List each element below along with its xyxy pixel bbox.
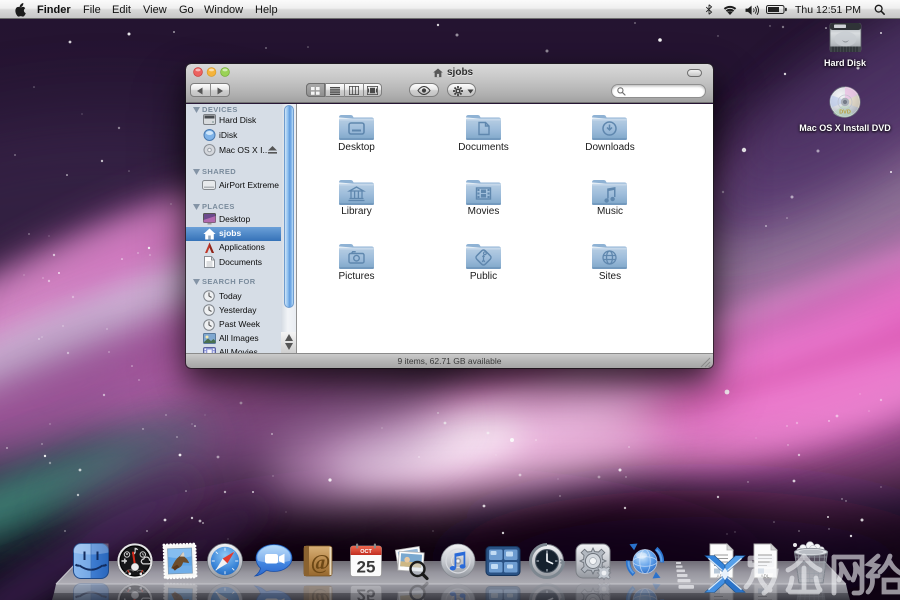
svg-text:DVD: DVD: [839, 110, 851, 116]
